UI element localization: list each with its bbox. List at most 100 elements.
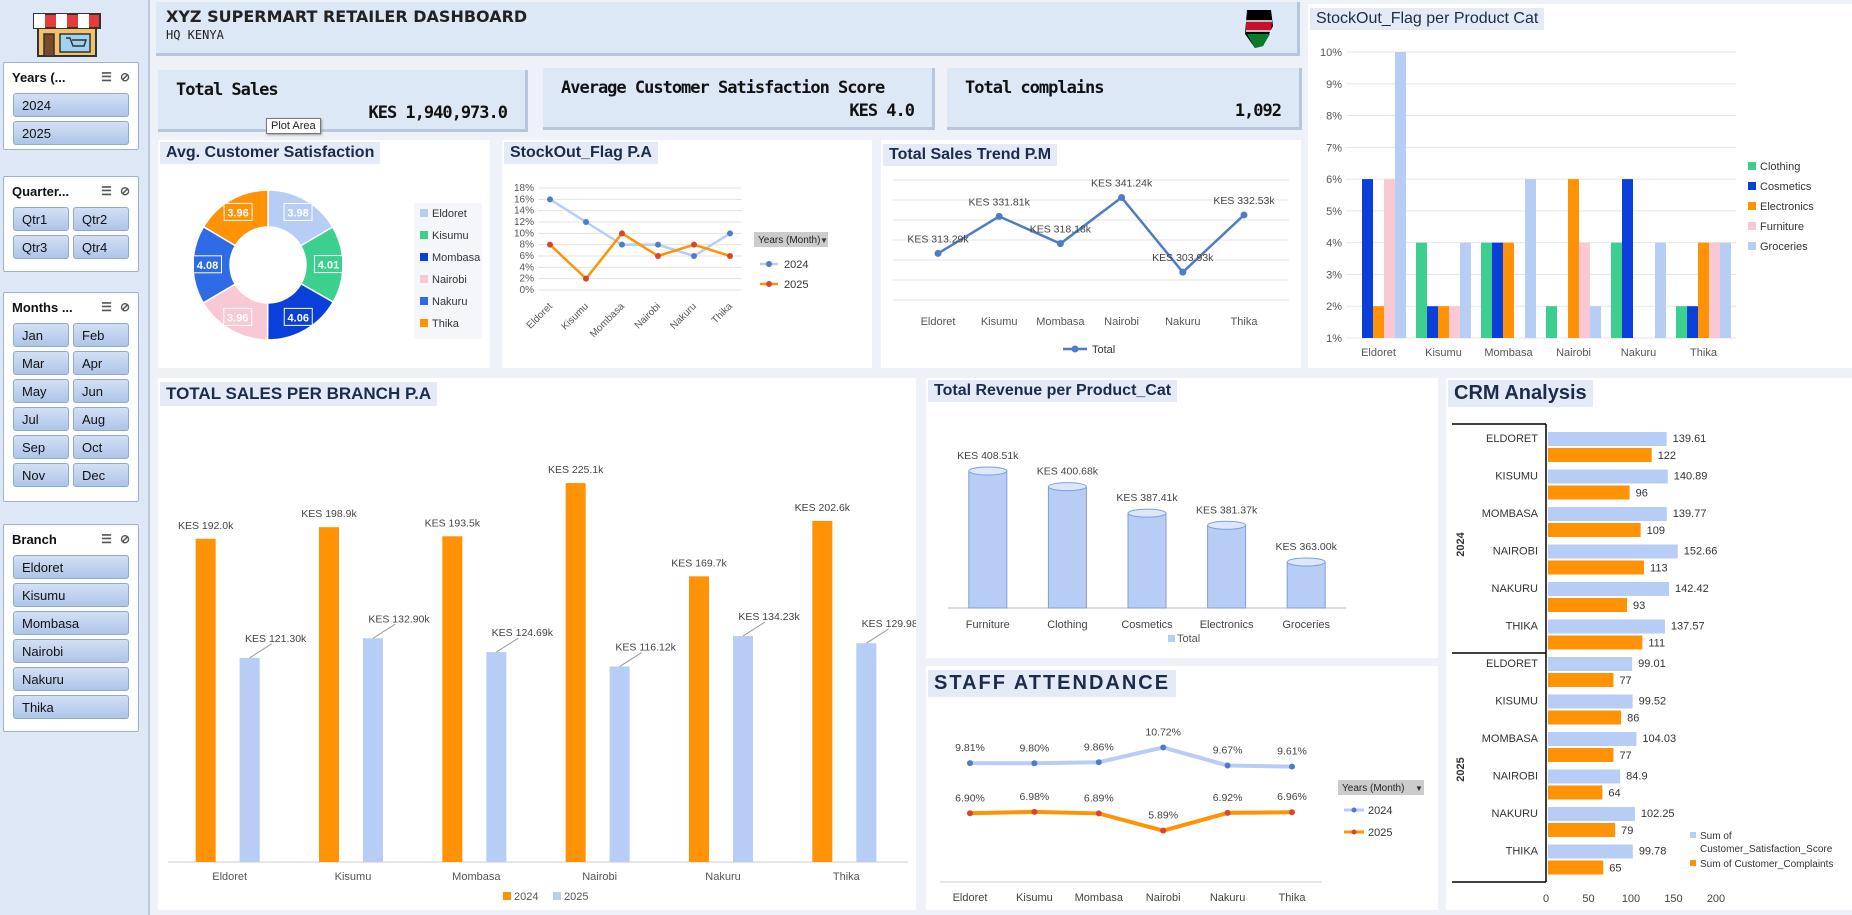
data-label: KES 400.68k xyxy=(1037,466,1099,478)
x-tick-label: Thika xyxy=(833,871,861,883)
data-label: 111 xyxy=(1648,638,1665,650)
sales-trend-panel[interactable]: Total Sales Trend P.M Eldoret Kisumu Momba… xyxy=(881,140,1301,368)
staff-attendance-line-chart[interactable]: Eldoret Kisumu Mombasa Nairobi Nakuru Thika 9.… xyxy=(926,666,1438,910)
slicer-item-month[interactable]: Jan xyxy=(13,323,69,347)
multi-select-icon[interactable]: ☰ xyxy=(101,300,112,314)
slicer-item-kisumu[interactable]: Kisumu xyxy=(13,583,129,607)
data-point xyxy=(967,760,973,767)
x-tick-label: Mombasa xyxy=(588,301,627,340)
bar xyxy=(1548,507,1667,521)
months-slicer: Months ... ☰ ⊘ Jan Feb Mar Apr May Jun Jul Aug… xyxy=(3,292,139,502)
clear-filter-icon[interactable]: ⊘ xyxy=(120,300,130,314)
crm-horizontal-bar-chart[interactable]: 2024 2025 ELDORET 139.61 122 KISUMU 140.89 96 MO… xyxy=(1446,378,1852,910)
kpi-value: KES 1,940,973.0 xyxy=(368,103,508,123)
slicer-item-mombasa[interactable]: Mombasa xyxy=(13,611,129,635)
slicer-item-month[interactable]: Aug xyxy=(73,407,129,431)
data-point xyxy=(727,253,733,259)
y-tick-label: THIKA xyxy=(1506,846,1539,858)
data-label: 99.52 xyxy=(1639,696,1667,708)
slicer-item-2025[interactable]: 2025 xyxy=(13,121,129,145)
slicer-item-qtr4[interactable]: Qtr4 xyxy=(73,235,129,259)
revenue-cat-panel[interactable]: Total Revenue per Product_Cat KES 408.51… xyxy=(926,378,1438,658)
multi-select-icon[interactable]: ☰ xyxy=(101,532,112,546)
legend-label: Furniture xyxy=(1760,221,1804,233)
slicer-item-nakuru[interactable]: Nakuru xyxy=(13,667,129,691)
slicer-item-2024[interactable]: 2024 xyxy=(13,93,129,117)
x-tick-label: Nairobi xyxy=(1104,316,1139,328)
legend-swatch xyxy=(1168,635,1175,642)
legend-marker xyxy=(766,281,772,287)
slicer-item-month[interactable]: Sep xyxy=(13,435,69,459)
years-slicer-title: Years (... xyxy=(12,69,66,85)
y-tick-label: 1% xyxy=(1326,333,1342,345)
crm-panel[interactable]: CRM Analysis 2024 2025 ELDORET 139.61 122 KIS… xyxy=(1446,378,1852,910)
slicer-item-month[interactable]: Mar xyxy=(13,351,69,375)
data-label: KES 193.5k xyxy=(425,517,481,529)
legend-label: Customer_Satisfaction_Score xyxy=(1700,844,1833,855)
bar xyxy=(486,652,507,862)
slicer-item-qtr2[interactable]: Qtr2 xyxy=(73,207,129,231)
revenue-cat-bar-chart[interactable]: KES 408.51k Furniture KES 400.68k Clothing K… xyxy=(926,378,1438,658)
multi-select-icon[interactable]: ☰ xyxy=(101,184,112,198)
x-tick-label: Nairobi xyxy=(1556,347,1591,359)
sales-branch-bar-chart[interactable]: Eldoret KES 192.0k KES 121.30k Kisumu KES 19… xyxy=(158,378,916,910)
data-point xyxy=(619,230,625,237)
data-label: KES 121.30k xyxy=(245,633,307,645)
clear-filter-icon[interactable]: ⊘ xyxy=(120,70,130,84)
slicer-item-month[interactable]: May xyxy=(13,379,69,403)
avg-csat-panel[interactable]: Avg. Customer Satisfaction 3.98 4.01 4.06 3… xyxy=(158,140,490,368)
slicer-item-month[interactable]: Dec xyxy=(73,463,129,487)
legend-swatch xyxy=(1748,222,1756,230)
data-label: KES 124.69k xyxy=(492,627,554,639)
bar xyxy=(1676,306,1687,338)
y-tick-label: 16% xyxy=(514,194,534,205)
sales-branch-panel[interactable]: TOTAL SALES PER BRANCH P.A Eldoret KES 19… xyxy=(158,378,916,910)
slicer-item-month[interactable]: Nov xyxy=(13,463,69,487)
slicer-item-eldoret[interactable]: Eldoret xyxy=(13,555,129,579)
slicer-item-qtr3[interactable]: Qtr3 xyxy=(13,235,69,259)
dropdown-icon: ▼ xyxy=(820,236,828,245)
quarter-slicer-title: Quarter... xyxy=(12,183,70,199)
bar xyxy=(1286,561,1326,609)
bar xyxy=(1548,523,1641,537)
data-point xyxy=(1160,827,1167,834)
data-label: KES 134.23k xyxy=(738,611,800,623)
stockout-pa-panel[interactable]: StockOut_Flag P.A 0% 2% 4% 6% 8% 10% 12% 14% 16%… xyxy=(502,140,872,368)
bar xyxy=(442,536,463,862)
data-point xyxy=(1031,808,1038,815)
avg-csat-donut-chart[interactable]: 3.98 4.01 4.06 3.96 4.08 3.96 Eldoret Kisumu Mom… xyxy=(158,140,490,368)
slicer-item-thika[interactable]: Thika xyxy=(13,695,129,719)
bar xyxy=(1481,242,1492,338)
data-label: KES 313.29k xyxy=(907,233,969,245)
stockout-pa-line-chart[interactable]: 0%2%4%6%8%10%12%14%16%18% Eldoret KisumuMo… xyxy=(502,140,872,368)
bar xyxy=(1655,242,1666,338)
bar xyxy=(1525,179,1536,338)
clear-filter-icon[interactable]: ⊘ xyxy=(120,532,130,546)
legend-label: Total xyxy=(1177,633,1200,645)
slicer-item-month[interactable]: Apr xyxy=(73,351,129,375)
legend-label: Nairobi xyxy=(432,274,467,286)
slicer-item-month[interactable]: Feb xyxy=(73,323,129,347)
x-tick-label: 50 xyxy=(1582,893,1594,905)
data-label: 137.57 xyxy=(1671,621,1705,633)
y-tick-label: NAIROBI xyxy=(1493,771,1538,783)
clear-filter-icon[interactable]: ⊘ xyxy=(120,184,130,198)
stockout-cat-bar-chart[interactable]: 1% 2% 3% 4% 5% 6% 7% 8% 9% 10% Eldoret Kisumu Mombas… xyxy=(1308,4,1852,368)
legend-swatch xyxy=(1748,202,1756,210)
staff-attendance-panel[interactable]: STAFF ATTENDANCE Eldoret Kisumu Mombasa Nai… xyxy=(926,666,1438,910)
slicer-item-month[interactable]: Jul xyxy=(13,407,69,431)
stockout-cat-panel[interactable]: StockOut_Flag per Product Cat 1% 2% 3% 4% 5%… xyxy=(1308,4,1852,368)
legend-swatch xyxy=(1748,242,1756,250)
multi-select-icon[interactable]: ☰ xyxy=(101,70,112,84)
sales-trend-line-chart[interactable]: Eldoret Kisumu Mombasa Nairobi Nakuru Thika KE… xyxy=(881,140,1301,368)
leader-line xyxy=(249,643,272,659)
bar xyxy=(1548,673,1614,687)
x-tick-label: Kisumu xyxy=(981,316,1018,328)
slicer-item-month[interactable]: Oct xyxy=(73,435,129,459)
bar xyxy=(1709,242,1720,338)
kpi-value: 1,092 xyxy=(1234,101,1282,121)
y-tick-label: 8% xyxy=(1326,111,1342,123)
slicer-item-qtr1[interactable]: Qtr1 xyxy=(13,207,69,231)
slicer-item-nairobi[interactable]: Nairobi xyxy=(13,639,129,663)
slicer-item-month[interactable]: Jun xyxy=(73,379,129,403)
